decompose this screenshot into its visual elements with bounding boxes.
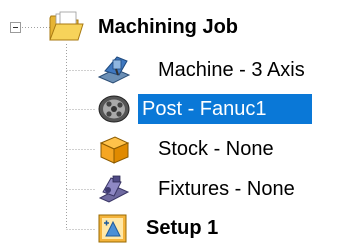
stock-box-icon (97, 133, 131, 170)
tree-item-stock[interactable]: Stock - None (154, 134, 278, 164)
folder-icon (48, 10, 84, 49)
tree-item-machine[interactable]: Machine - 3 Axis (154, 55, 309, 85)
job-tree: Machining Job Machine - 3 Axis Post - Fa… (0, 0, 337, 250)
tree-item-fixtures[interactable]: Fixtures - None (154, 174, 299, 204)
collapse-toggle[interactable] (10, 22, 21, 33)
post-reel-icon (97, 93, 131, 130)
tree-item-post[interactable]: Post - Fanuc1 (138, 94, 312, 124)
tree-item-setup[interactable]: Setup 1 (142, 213, 222, 243)
tree-root-label[interactable]: Machining Job (94, 12, 242, 42)
fixture-clamp-icon (97, 172, 131, 209)
setup-icon (96, 211, 130, 250)
machine-icon (97, 53, 131, 90)
